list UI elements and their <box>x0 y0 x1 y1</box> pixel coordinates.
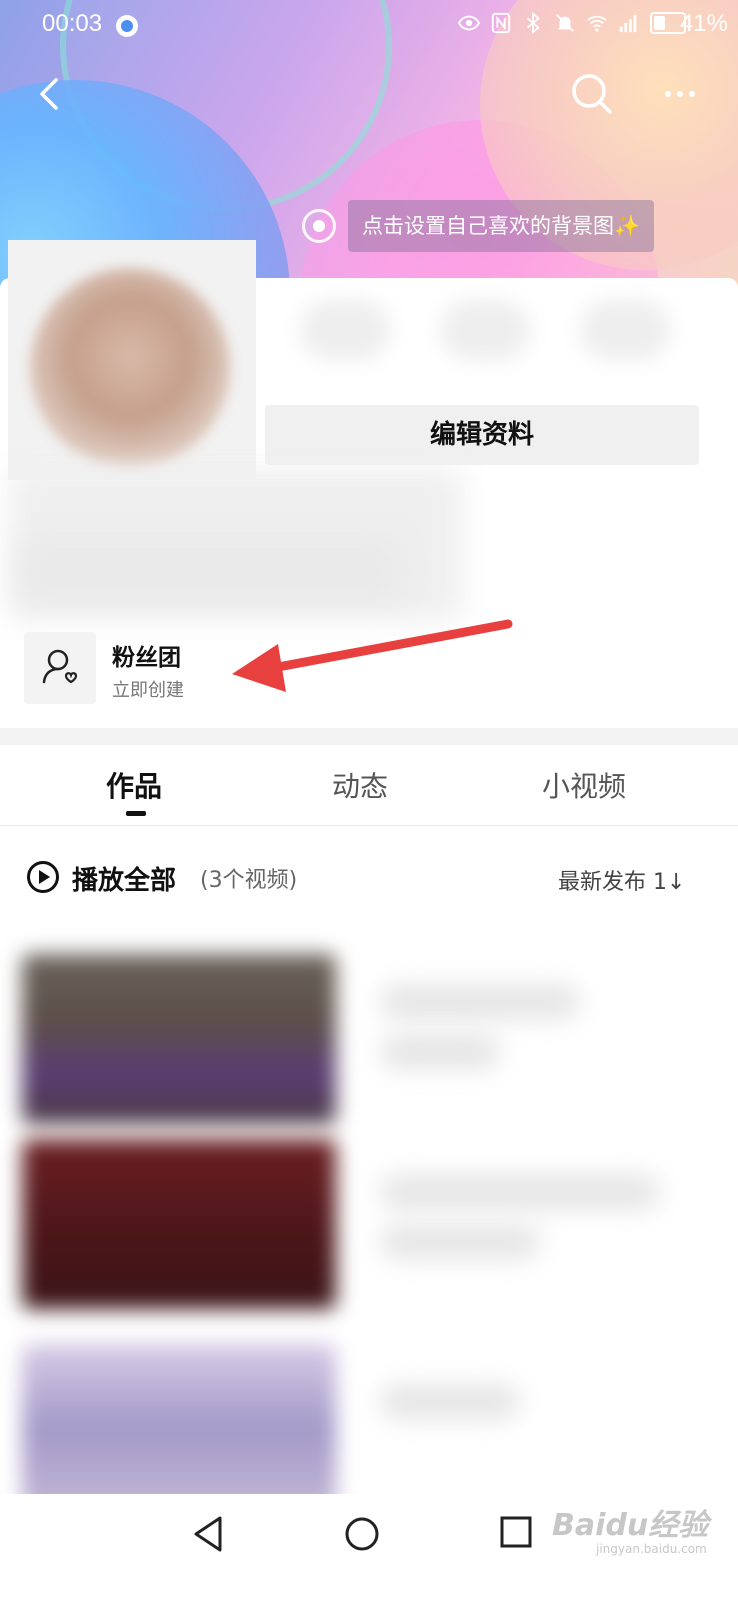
content-tabs: 作品 动态 小视频 <box>0 745 738 826</box>
video-title <box>380 1174 660 1210</box>
avatar[interactable] <box>30 268 230 468</box>
video-thumbnail[interactable] <box>22 954 336 1124</box>
camera-dot-icon <box>302 209 336 243</box>
watermark-logo: Baidu经验 <box>552 1508 709 1543</box>
video-title <box>380 1384 520 1420</box>
fans-club-subtitle[interactable]: 立即创建 <box>112 676 184 702</box>
watermark-url: jingyan.baidu.com <box>596 1542 707 1556</box>
stat-likes[interactable] <box>580 300 670 360</box>
status-bar: 00:03 41% <box>0 0 738 52</box>
eye-icon <box>458 15 480 31</box>
search-icon[interactable] <box>568 70 614 116</box>
mute-bell-icon <box>556 14 574 32</box>
tab-works[interactable]: 作品 <box>106 765 162 805</box>
bio-line <box>20 540 400 600</box>
video-thumbnail[interactable] <box>22 1139 336 1309</box>
nav-recent-icon[interactable] <box>496 1512 536 1552</box>
set-background-tip[interactable]: 点击设置自己喜欢的背景图✨ <box>302 200 655 252</box>
video-list <box>0 914 738 1494</box>
nav-back-icon[interactable] <box>190 1514 226 1554</box>
status-time: 00:03 <box>42 10 103 37</box>
video-meta <box>380 1034 500 1070</box>
tab-active-indicator <box>126 811 146 816</box>
bluetooth-icon <box>526 12 540 34</box>
annotation-arrow <box>232 619 513 692</box>
sort-dropdown[interactable]: 最新发布 1↓ <box>558 864 694 896</box>
set-background-label: 点击设置自己喜欢的背景图✨ <box>348 200 655 252</box>
status-icons <box>458 12 686 34</box>
play-all-button[interactable]: 播放全部 <box>72 860 176 897</box>
nfc-icon <box>491 12 511 34</box>
stat-following[interactable] <box>300 300 390 360</box>
more-icon[interactable] <box>660 72 704 116</box>
battery-percent: 41% <box>679 10 728 37</box>
play-icon[interactable] <box>26 860 60 894</box>
tab-short-videos[interactable]: 小视频 <box>542 765 626 805</box>
wifi-icon <box>587 15 607 32</box>
stat-followers[interactable] <box>440 300 530 360</box>
nav-home-icon[interactable] <box>342 1514 382 1554</box>
fans-club-title[interactable]: 粉丝团 <box>112 638 181 672</box>
notification-app-icon <box>116 15 138 37</box>
edit-profile-button[interactable]: 编辑资料 <box>265 405 699 465</box>
video-title <box>380 984 580 1020</box>
tab-moments[interactable]: 动态 <box>332 765 388 805</box>
fans-club-button[interactable] <box>24 632 96 704</box>
signal-icon <box>619 14 637 33</box>
play-all-row: 播放全部 (3个视频) 最新发布 1↓ <box>0 826 738 914</box>
back-icon[interactable] <box>28 72 72 116</box>
video-count: (3个视频) <box>200 868 298 893</box>
fans-club-icon <box>42 649 78 684</box>
video-thumbnail[interactable] <box>22 1344 336 1494</box>
video-meta <box>380 1224 540 1260</box>
battery-level <box>654 16 665 30</box>
